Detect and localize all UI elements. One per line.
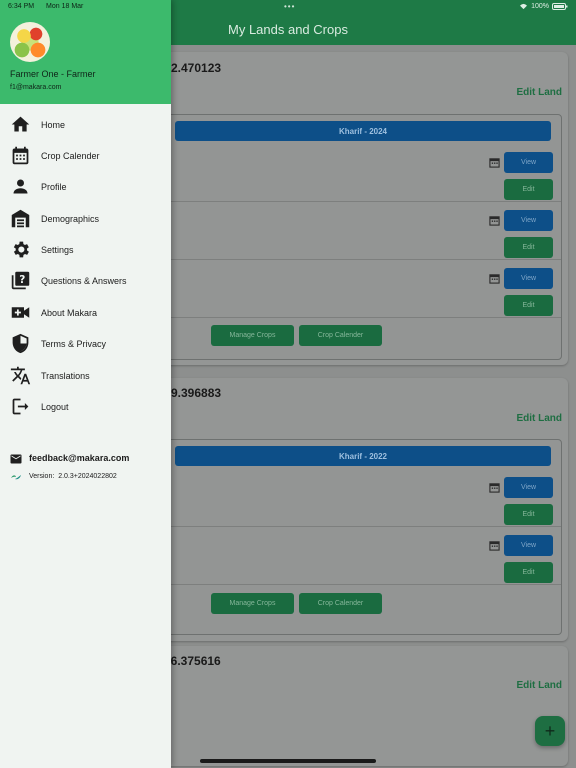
add-land-button[interactable]: + [535,716,565,746]
version-number: 2.0.3+2024022802 [58,473,117,480]
manage-crops-button[interactable]: Manage Crops [211,593,294,614]
svg-text:?: ? [19,274,25,286]
drawer-item-label: Logout [41,402,69,412]
user-email: f1@makara.com [10,84,62,91]
drawer-item-questions-answers[interactable]: ? Questions & Answers [0,266,171,296]
edit-crop-button[interactable]: Edit [504,504,553,525]
person-icon [13,179,28,194]
battery-percent: 100% [531,3,549,10]
drawer-item-label: Translations [41,371,90,381]
season-header[interactable]: Kharif - 2022 [175,446,551,466]
drawer-header: 6:34 PM Mon 18 Mar Farmer One - Farmer f… [0,0,171,104]
land-coordinate: 56.375616 [164,654,221,668]
calendar-icon[interactable] [489,273,500,284]
leaf-logo-icon [11,475,21,480]
translate-icon [10,366,31,385]
view-crop-button[interactable]: View [504,268,553,289]
drawer-item-home[interactable]: Home [0,110,171,140]
drawer-item-label: Settings [41,245,74,255]
calendar-icon[interactable] [489,157,500,168]
status-time: 6:34 PM [8,3,35,10]
drawer-item-about-makara[interactable]: About Makara [0,298,171,328]
version-label: Version: [29,473,55,480]
edit-crop-button[interactable]: Edit [504,562,553,583]
version-info: Version: 2.0.3+2024022802 [10,473,170,483]
wifi-icon [520,3,528,10]
drawer-item-demographics[interactable]: Demographics [0,204,171,234]
drawer-status-bar: 6:34 PM Mon 18 Mar [8,3,93,10]
logout-icon [12,398,29,415]
drawer-item-profile[interactable]: Profile [0,172,171,202]
status-date: Mon 18 Mar [46,3,84,10]
season-header[interactable]: Kharif - 2024 [175,121,551,141]
view-crop-button[interactable]: View [504,210,553,231]
view-crop-button[interactable]: View [504,535,553,556]
edit-land-button[interactable]: Edit Land [516,413,562,424]
edit-land-button[interactable]: Edit Land [516,680,562,691]
calendar-icon[interactable] [489,215,500,226]
calendar-icon [12,146,29,165]
edit-crop-button[interactable]: Edit [504,295,553,316]
drawer-item-label: About Makara [41,308,98,318]
drawer-item-logout[interactable]: Logout [0,392,171,422]
crop-calender-button[interactable]: Crop Calender [299,325,382,346]
drawer-item-translations[interactable]: Translations [0,361,171,391]
crop-calender-button[interactable]: Crop Calender [299,593,382,614]
drawer-item-label: Terms & Privacy [41,339,107,349]
land-coordinate: 9.396883 [171,386,222,400]
calendar-icon[interactable] [489,482,500,493]
multitask-dots-icon: ••• [284,2,296,11]
warehouse-icon [11,209,30,228]
drawer-item-label: Home [41,120,66,130]
status-indicators: 100% [519,3,568,10]
shield-icon [12,333,29,354]
drawer-item-label: Demographics [41,214,100,224]
user-name: Farmer One - Farmer [10,69,96,79]
land-coordinate: 2.470123 [171,61,222,75]
edit-crop-button[interactable]: Edit [504,179,553,200]
view-crop-button[interactable]: View [504,152,553,173]
avatar[interactable] [10,22,50,62]
medical-plus-icon [11,307,30,318]
manage-crops-button[interactable]: Manage Crops [211,325,294,346]
drawer-item-terms-privacy[interactable]: Terms & Privacy [0,329,171,359]
feedback-email: feedback@makara.com [29,453,130,463]
feedback-email-link[interactable]: feedback@makara.com [10,453,170,465]
question-answer-icon: ? [11,271,30,290]
battery-icon [552,3,568,10]
drawer-item-label: Questions & Answers [41,276,127,286]
drawer-item-label: Profile [41,182,67,192]
mail-icon [10,454,22,464]
view-crop-button[interactable]: View [504,477,553,498]
edit-crop-button[interactable]: Edit [504,237,553,258]
drawer-item-label: Crop Calender [41,151,100,161]
edit-land-button[interactable]: Edit Land [516,87,562,98]
calendar-icon[interactable] [489,540,500,551]
drawer-item-crop-calender[interactable]: Crop Calender [0,141,171,171]
home-indicator [200,759,376,763]
home-icon [11,116,30,132]
navigation-drawer: 6:34 PM Mon 18 Mar Farmer One - Farmer f… [0,0,171,768]
drawer-item-settings[interactable]: Settings [0,235,171,265]
page-title: My Lands and Crops [228,22,348,37]
gear-icon [13,241,29,258]
